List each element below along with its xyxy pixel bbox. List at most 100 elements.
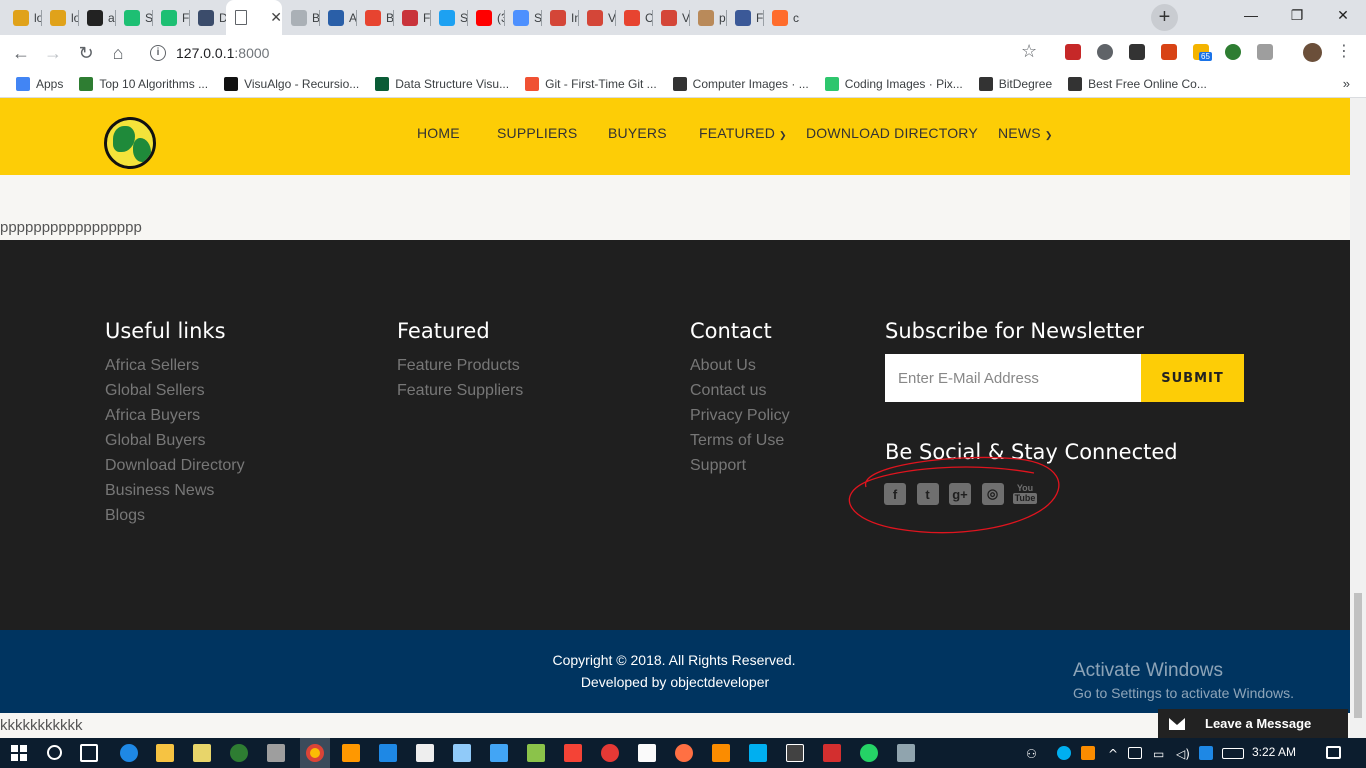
skype-icon[interactable] <box>749 744 767 762</box>
footer-link[interactable]: About Us <box>690 357 790 382</box>
file-explorer-icon[interactable] <box>156 744 174 762</box>
browser-menu-icon[interactable]: ⋮ <box>1336 41 1352 61</box>
browser-tab[interactable]: loc <box>4 0 41 35</box>
browser-tab[interactable]: cPa <box>763 0 800 35</box>
snowflake-icon[interactable] <box>1199 746 1213 760</box>
leave-message-button[interactable]: Leave a Message <box>1158 709 1348 738</box>
globe-logo-icon[interactable] <box>104 117 156 169</box>
nav-download-directory[interactable]: DOWNLOAD DIRECTORY <box>806 125 978 141</box>
minimize-button[interactable]: — <box>1228 0 1274 30</box>
app-green-icon[interactable] <box>230 744 248 762</box>
extension-recycle-icon[interactable] <box>1225 44 1241 60</box>
footer-link[interactable]: Feature Suppliers <box>397 382 523 407</box>
virtualbox-icon[interactable] <box>453 744 471 762</box>
keyboard-icon[interactable] <box>1222 748 1244 759</box>
browser-tab[interactable]: Sci <box>504 0 541 35</box>
nav-home[interactable]: HOME <box>417 125 460 141</box>
bookmark-item[interactable]: Best Free Online Co... <box>1068 76 1207 91</box>
instagram-icon[interactable]: ◎ <box>981 483 1004 505</box>
bookmark-item[interactable]: Git - First-Time Git ... <box>525 76 657 91</box>
mail-icon[interactable] <box>416 744 434 762</box>
bookmarks-overflow-icon[interactable]: » <box>1343 76 1350 91</box>
people-icon[interactable]: ⚇ <box>1026 747 1037 761</box>
footer-link[interactable]: Africa Buyers <box>105 407 245 432</box>
footer-link[interactable]: Global Buyers <box>105 432 245 457</box>
home-icon[interactable]: ⌂ <box>105 40 131 66</box>
footer-link[interactable]: Support <box>690 457 790 482</box>
browser-tab[interactable]: ab <box>78 0 115 35</box>
back-icon[interactable]: ← <box>8 40 34 66</box>
footer-link[interactable]: Contact us <box>690 382 790 407</box>
nav-featured[interactable]: FEATURED ❯ <box>699 125 787 141</box>
footer-link[interactable]: Privacy Policy <box>690 407 790 432</box>
footer-link[interactable]: Feature Products <box>397 357 523 382</box>
extension-badge-icon[interactable]: 65 <box>1193 44 1212 61</box>
footer-link[interactable]: Global Sellers <box>105 382 245 407</box>
app-multicolor-icon[interactable] <box>527 744 545 762</box>
youtube-icon[interactable]: You Tube <box>1012 483 1038 505</box>
browser-tab[interactable]: Fiv <box>152 0 189 35</box>
browser-tab[interactable]: Bu <box>282 0 319 35</box>
restore-button[interactable]: ❐ <box>1274 0 1320 30</box>
git-gui-icon[interactable] <box>564 744 582 762</box>
app-gray-icon[interactable] <box>897 744 915 762</box>
browser-tab[interactable]: Se <box>115 0 152 35</box>
browser-tab[interactable]: (32 <box>467 0 504 35</box>
document-icon[interactable] <box>638 744 656 762</box>
browser-tab[interactable]: Bla <box>356 0 393 35</box>
browser-tab[interactable]: loc <box>41 0 78 35</box>
network-icon[interactable]: ▭ <box>1153 747 1164 761</box>
tray-xampp-icon[interactable] <box>1081 746 1095 760</box>
newsletter-submit-button[interactable]: SUBMIT <box>1141 354 1244 402</box>
address-bar[interactable]: i 127.0.0.1:8000 <box>140 39 1052 66</box>
browser-tab[interactable]: Ve <box>578 0 615 35</box>
new-tab-button[interactable]: + <box>1151 4 1178 31</box>
browser-tab[interactable]: CS <box>615 0 652 35</box>
footer-link[interactable]: Business News <box>105 482 245 507</box>
extension-eyedropper-icon[interactable] <box>1097 44 1113 60</box>
bookmark-star-icon[interactable]: ☆ <box>1021 41 1037 62</box>
page-scrollbar[interactable] <box>1350 98 1366 738</box>
bookmark-item[interactable]: Top 10 Algorithms ... <box>79 76 208 91</box>
chrome-icon[interactable] <box>306 744 324 762</box>
extension-acrobat-icon[interactable] <box>1161 44 1177 60</box>
tray-skype-icon[interactable] <box>1057 746 1071 760</box>
cmd-icon[interactable] <box>786 744 804 762</box>
bookmark-item[interactable]: BitDegree <box>978 76 1052 91</box>
footer-link[interactable]: Africa Sellers <box>105 357 245 382</box>
vscode-icon[interactable] <box>379 744 397 762</box>
nav-suppliers[interactable]: SUPPLIERS <box>497 125 577 141</box>
footer-link[interactable]: Blogs <box>105 507 245 532</box>
sublime-icon[interactable] <box>342 744 360 762</box>
bookmark-item[interactable]: Apps <box>16 76 63 91</box>
close-window-button[interactable]: ✕ <box>1320 0 1366 30</box>
app-blue-icon[interactable] <box>490 744 508 762</box>
browser-tab[interactable]: Fac <box>726 0 763 35</box>
cortana-search-icon[interactable] <box>47 745 62 760</box>
system-clock[interactable]: 3:22 AM <box>1252 745 1296 759</box>
reload-icon[interactable]: ↻ <box>73 40 99 66</box>
google-plus-icon[interactable]: g+ <box>949 483 971 505</box>
windows-start-icon[interactable] <box>11 745 27 761</box>
browser-tab[interactable]: Sh <box>430 0 467 35</box>
forward-icon[interactable]: → <box>40 40 66 66</box>
browser-tab[interactable]: ph <box>689 0 726 35</box>
whatsapp-icon[interactable] <box>860 744 878 762</box>
task-view-icon[interactable] <box>80 744 98 762</box>
opera-icon[interactable] <box>601 744 619 762</box>
facebook-icon[interactable]: f <box>884 483 906 505</box>
battery-icon[interactable] <box>1128 747 1142 759</box>
winrar-icon[interactable] <box>823 744 841 762</box>
footer-link[interactable]: Download Directory <box>105 457 245 482</box>
nav-buyers[interactable]: BUYERS <box>608 125 667 141</box>
browser-tab[interactable]: Ab <box>319 0 356 35</box>
browser-tab[interactable]: Inb <box>541 0 578 35</box>
profile-avatar[interactable] <box>1303 43 1322 62</box>
xampp-icon[interactable] <box>712 744 730 762</box>
action-center-icon[interactable] <box>1326 746 1341 759</box>
volume-icon[interactable]: ◁) <box>1176 747 1190 761</box>
info-icon[interactable]: i <box>150 44 166 61</box>
browser-tab[interactable]: Da <box>189 0 226 35</box>
firefox-icon[interactable] <box>675 744 693 762</box>
tray-arrow-icon[interactable]: ^ <box>1108 747 1118 761</box>
